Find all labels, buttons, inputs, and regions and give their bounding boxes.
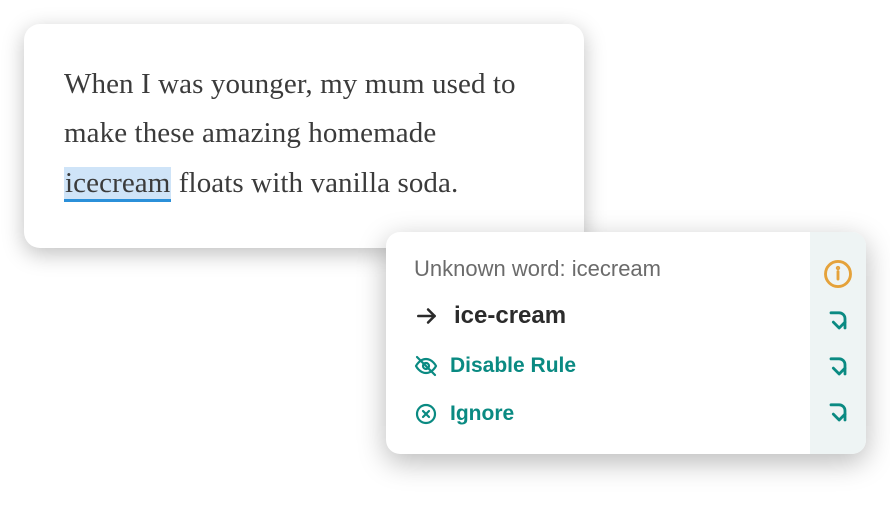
popup-sidebar	[810, 232, 866, 454]
suggestion-text: ice-cream	[454, 302, 566, 330]
apply-next-icon[interactable]	[824, 307, 852, 335]
editor-card: When I was younger, my mum used to make …	[24, 24, 584, 248]
editor-text[interactable]: When I was younger, my mum used to make …	[64, 60, 544, 208]
text-before: When I was younger, my mum used to make …	[64, 68, 516, 149]
disable-rule-button[interactable]: Disable Rule	[414, 350, 790, 382]
text-after: floats with vanilla soda.	[171, 167, 458, 199]
popup-main: Unknown word: icecream ice-cream Disable…	[386, 232, 810, 454]
misspelled-word[interactable]: icecream	[64, 167, 171, 202]
close-circle-icon	[414, 402, 438, 426]
disable-rule-label: Disable Rule	[450, 354, 576, 378]
ignore-label: Ignore	[450, 402, 514, 426]
ignore-button[interactable]: Ignore	[414, 398, 790, 430]
eye-off-icon	[414, 354, 438, 378]
info-icon[interactable]	[823, 259, 853, 289]
arrow-right-icon	[414, 303, 440, 329]
popup-title: Unknown word: icecream	[414, 256, 790, 282]
apply-next-icon[interactable]	[824, 353, 852, 381]
apply-next-icon[interactable]	[824, 399, 852, 427]
spellcheck-popup: Unknown word: icecream ice-cream Disable…	[386, 232, 866, 454]
suggestion-row[interactable]: ice-cream	[414, 298, 790, 334]
